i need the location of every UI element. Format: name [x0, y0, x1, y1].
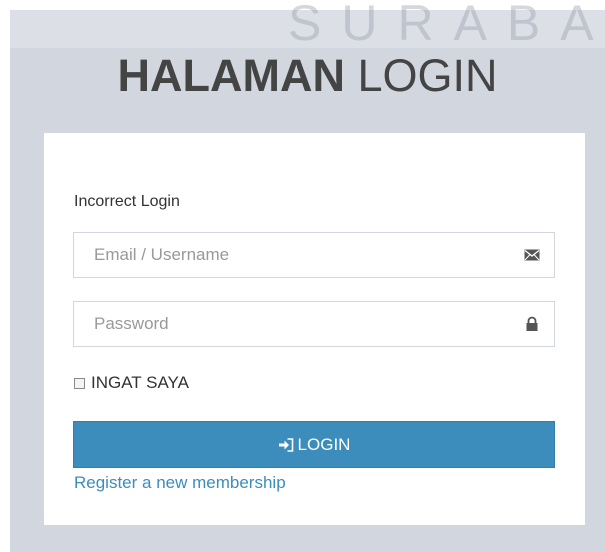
sign-in-icon: [278, 437, 293, 452]
login-message: Incorrect Login: [74, 193, 180, 210]
remember-checkbox[interactable]: [74, 377, 85, 389]
login-box: Incorrect Login INGAT SAYA LOGIN Registe…: [44, 133, 585, 525]
register-link[interactable]: Register a new membership: [74, 473, 286, 493]
envelope-icon: [524, 249, 540, 261]
page-title-bold: HALAMAN: [117, 50, 345, 101]
page-title: HALAMAN LOGIN: [10, 50, 605, 102]
login-button[interactable]: LOGIN: [73, 421, 555, 468]
password-input[interactable]: [74, 302, 514, 346]
page-title-light: LOGIN: [344, 50, 498, 101]
login-button-label: LOGIN: [297, 434, 351, 454]
email-field[interactable]: [73, 232, 555, 278]
remember-me[interactable]: INGAT SAYA: [74, 373, 189, 393]
password-field[interactable]: [73, 301, 555, 347]
email-input[interactable]: [74, 233, 514, 277]
lock-icon: [526, 316, 538, 331]
remember-label: INGAT SAYA: [91, 373, 189, 392]
